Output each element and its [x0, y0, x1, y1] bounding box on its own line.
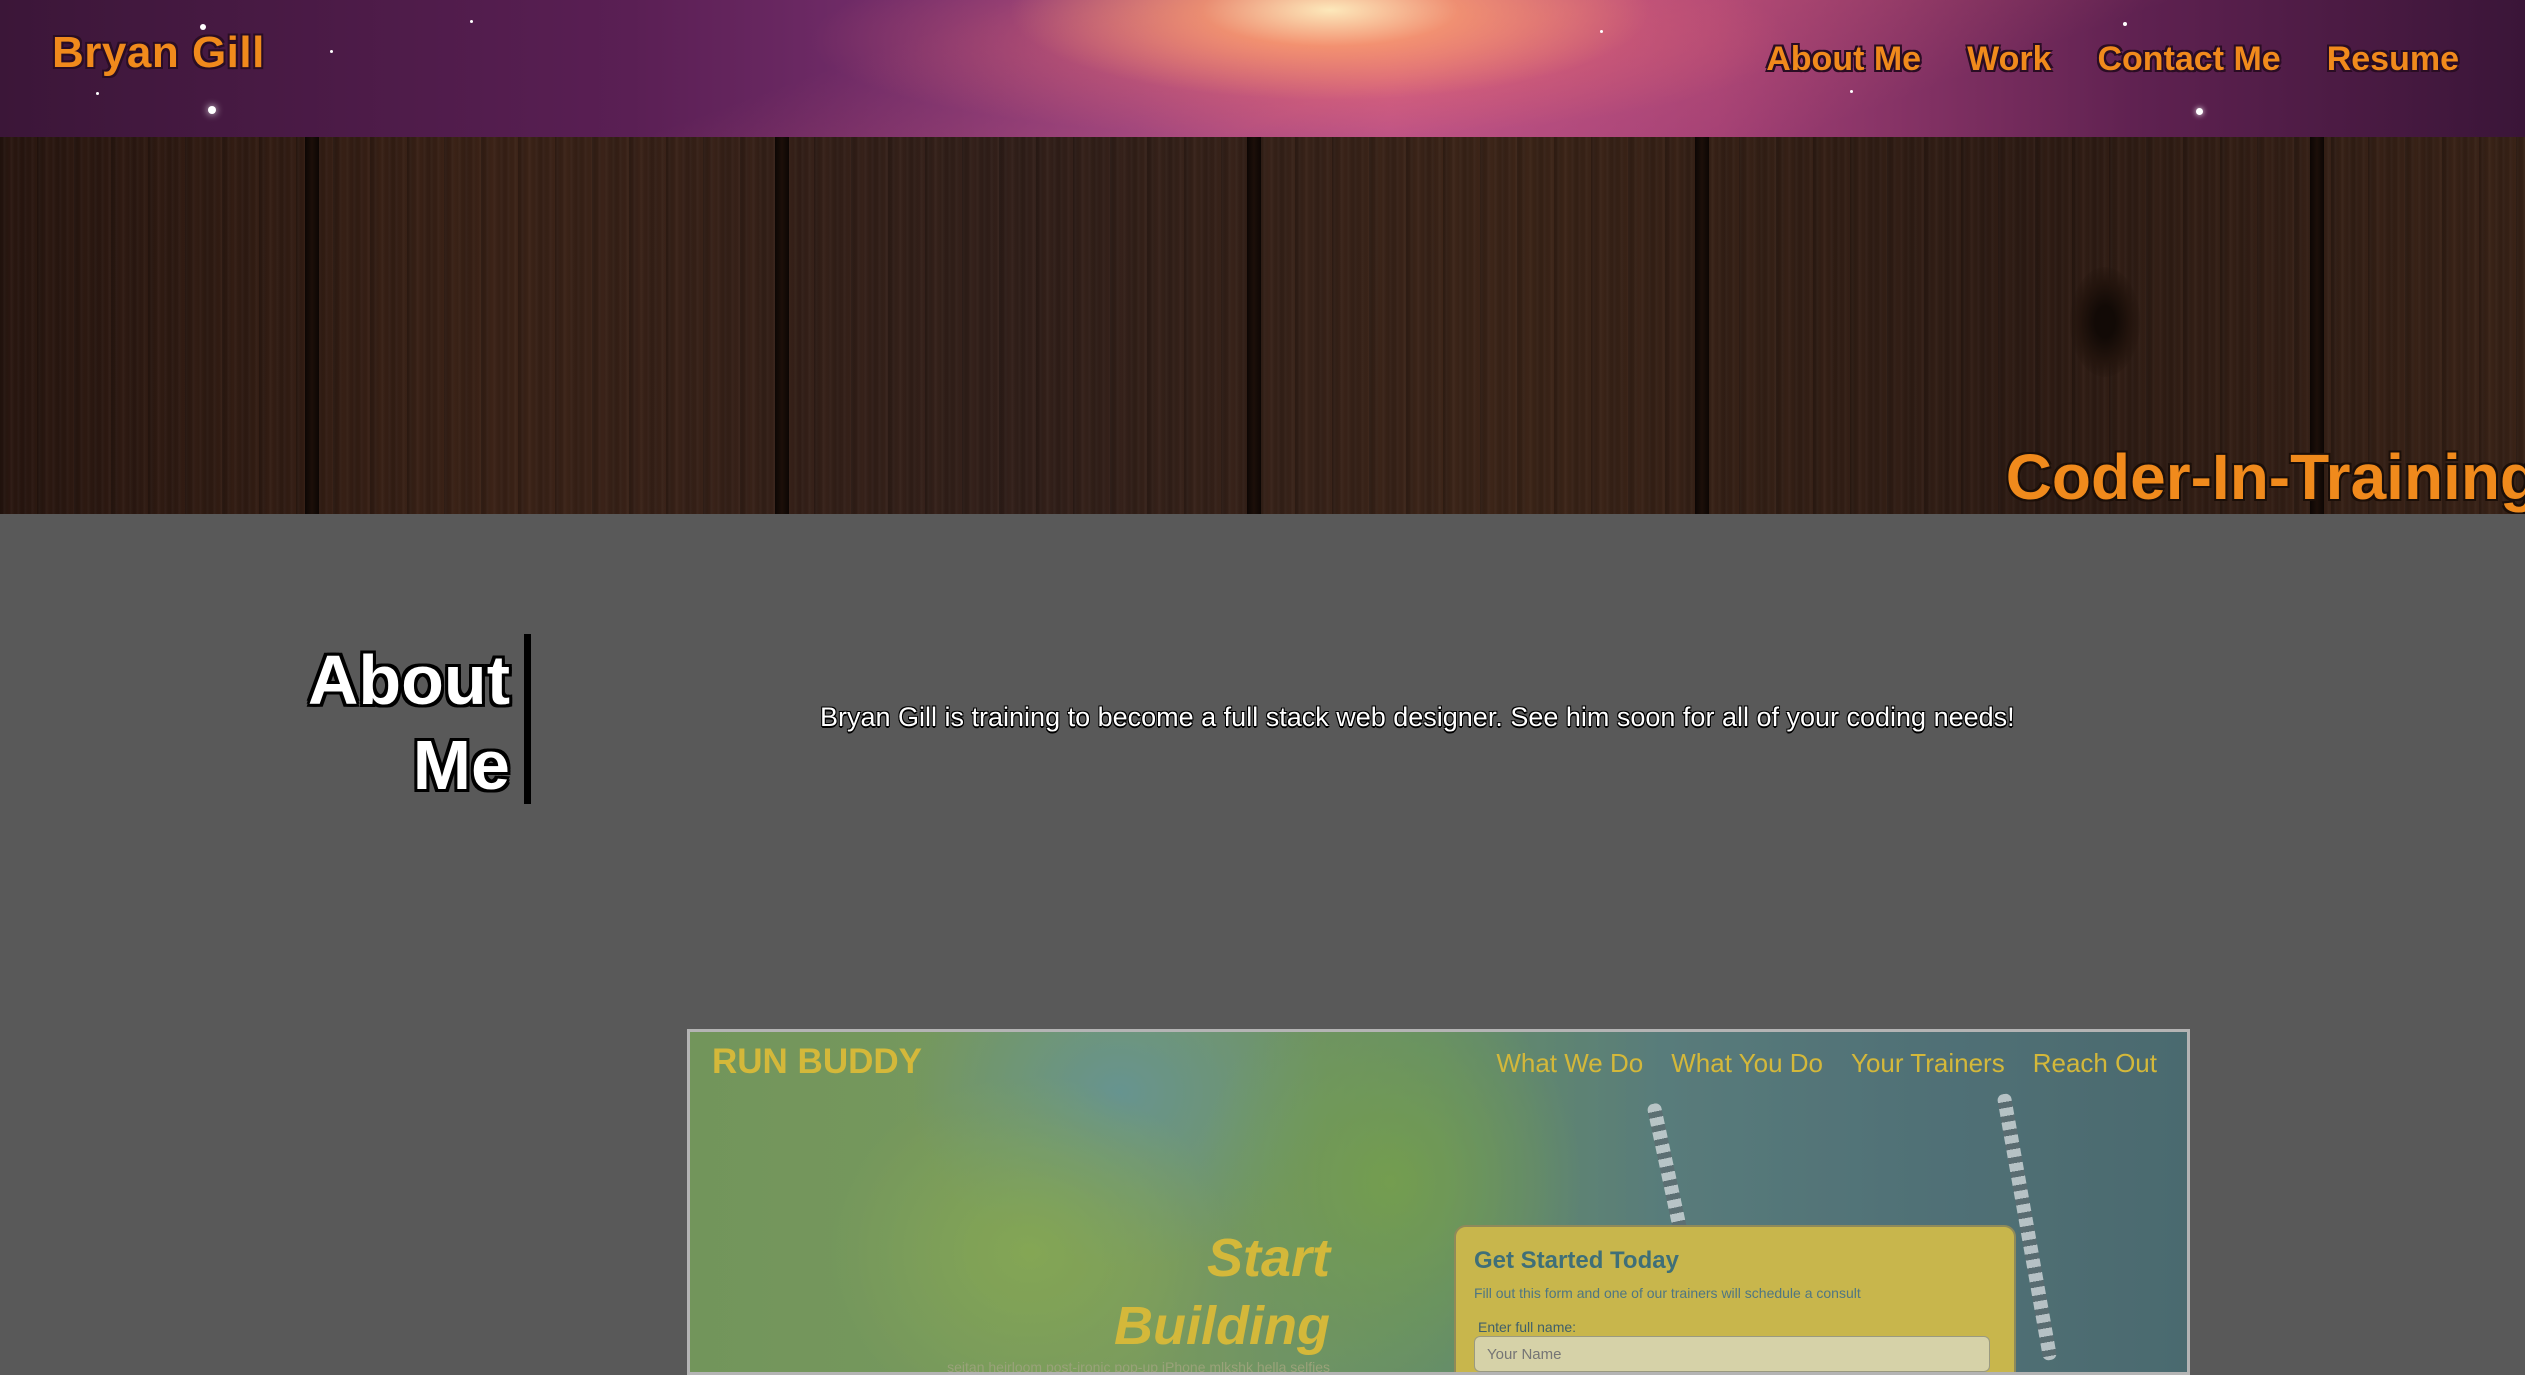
star-decoration	[96, 92, 99, 95]
about-heading: About Me	[250, 638, 510, 808]
preview-subtext: seitan heirloom post-ironic pop-up iPhon…	[947, 1359, 1330, 1375]
star-decoration	[2123, 22, 2127, 26]
hero-tagline: Coder-In-Training	[2005, 441, 2525, 513]
site-header: Bryan Gill About Me Work Contact Me Resu…	[0, 0, 2525, 137]
preview-headline-line1: Start Building	[1114, 1228, 1330, 1356]
star-decoration	[208, 106, 216, 114]
about-text: Bryan Gill is training to become a full …	[820, 702, 2015, 732]
wood-knot	[2070, 267, 2140, 377]
nav-link-contact-me[interactable]: Contact Me	[2097, 40, 2280, 79]
plank-gap	[775, 137, 789, 514]
preview-form-label: Enter full name:	[1478, 1319, 1577, 1335]
nav-link-work[interactable]: Work	[1967, 40, 2051, 79]
nav-link-resume[interactable]: Resume	[2327, 40, 2459, 79]
preview-nav-item: Reach Out	[2032, 1048, 2157, 1078]
star-decoration	[1600, 30, 1603, 33]
star-decoration	[330, 50, 333, 53]
about-heading-line1: About	[307, 641, 510, 719]
preview-signup-card: Get Started Today Fill out this form and…	[1454, 1225, 2016, 1372]
preview-nav: What We Do What You Do Your Trainers Rea…	[1496, 1048, 2157, 1079]
preview-headline: Start Building Habits.	[990, 1224, 1330, 1372]
star-decoration	[1850, 90, 1853, 93]
preview-nav-item: What You Do	[1671, 1048, 1824, 1078]
preview-form-description: Fill out this form and one of our traine…	[1474, 1285, 1861, 1301]
hero-banner: Coder-In-Training	[0, 137, 2525, 514]
preview-form-title: Get Started Today	[1474, 1247, 1679, 1274]
preview-nav-item: Your Trainers	[1851, 1048, 2005, 1078]
plank-gap	[1247, 137, 1261, 514]
plank-gap	[1695, 137, 1709, 514]
about-divider	[524, 634, 531, 804]
about-heading-line2: Me	[412, 726, 510, 804]
star-decoration	[2196, 108, 2203, 115]
main-nav: About Me Work Contact Me Resume	[1766, 40, 2459, 79]
preview-logo: RUN BUDDY	[712, 1042, 922, 1081]
preview-nav-item: What We Do	[1496, 1048, 1644, 1078]
plank-gap	[305, 137, 319, 514]
work-preview-run-buddy[interactable]: RUN BUDDY What We Do What You Do Your Tr…	[687, 1029, 2190, 1375]
site-brand[interactable]: Bryan Gill	[52, 28, 265, 78]
star-decoration	[470, 20, 473, 23]
nav-link-about-me[interactable]: About Me	[1766, 40, 1921, 79]
